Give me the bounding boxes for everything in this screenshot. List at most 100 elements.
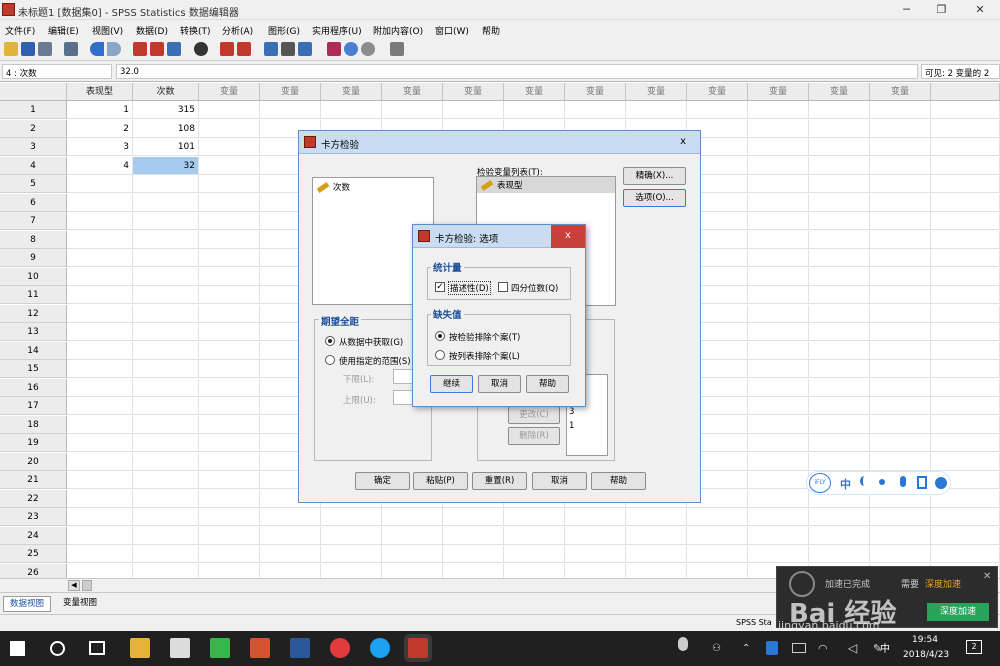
data-cell[interactable] bbox=[133, 249, 199, 267]
data-cell[interactable] bbox=[687, 526, 748, 545]
column-header-var[interactable]: 变量 bbox=[321, 83, 382, 101]
row-header[interactable]: 6 bbox=[0, 193, 67, 212]
data-cell[interactable] bbox=[565, 563, 626, 578]
data-cell[interactable] bbox=[809, 304, 870, 323]
data-cell[interactable] bbox=[870, 341, 931, 360]
data-cell[interactable] bbox=[870, 156, 931, 175]
data-cell[interactable] bbox=[809, 434, 870, 452]
data-cell[interactable] bbox=[133, 563, 199, 578]
task-view-icon[interactable] bbox=[89, 641, 105, 655]
data-cell[interactable] bbox=[809, 360, 870, 378]
paste-button[interactable]: 粘贴(P) bbox=[413, 472, 468, 490]
data-cell[interactable] bbox=[931, 156, 1000, 175]
data-cell[interactable] bbox=[931, 286, 1000, 304]
row-header[interactable]: 19 bbox=[0, 434, 67, 452]
data-cell[interactable] bbox=[260, 526, 321, 545]
ime-mic-icon[interactable] bbox=[900, 476, 906, 487]
data-cell[interactable] bbox=[382, 563, 443, 578]
tab-data-view[interactable]: 数据视图 bbox=[3, 596, 51, 612]
ime-clipboard-icon[interactable] bbox=[917, 476, 927, 489]
battery-icon[interactable] bbox=[792, 643, 806, 653]
data-cell[interactable] bbox=[199, 452, 260, 471]
data-cell[interactable] bbox=[67, 415, 133, 434]
data-cell[interactable]: 3 bbox=[67, 138, 133, 156]
data-cell[interactable] bbox=[748, 360, 809, 378]
data-cell[interactable] bbox=[931, 175, 1000, 193]
browser-icon[interactable] bbox=[370, 638, 390, 658]
column-header-var[interactable]: 变量 bbox=[748, 83, 809, 101]
data-cell[interactable] bbox=[67, 360, 133, 378]
data-cell[interactable] bbox=[931, 267, 1000, 286]
data-cell[interactable] bbox=[748, 378, 809, 397]
data-cell[interactable]: 101 bbox=[133, 138, 199, 156]
clock-date[interactable]: 2018/4/23 bbox=[903, 650, 949, 660]
source-variable-item[interactable]: 次数 bbox=[313, 178, 433, 196]
data-cell[interactable] bbox=[133, 212, 199, 230]
column-header-var[interactable]: 变量 bbox=[809, 83, 870, 101]
data-cell[interactable] bbox=[133, 452, 199, 471]
data-cell[interactable] bbox=[443, 545, 504, 563]
data-cell[interactable] bbox=[870, 434, 931, 452]
data-cell[interactable] bbox=[133, 397, 199, 415]
data-cell[interactable] bbox=[133, 471, 199, 489]
select-cases-icon[interactable] bbox=[298, 42, 312, 56]
data-cell[interactable] bbox=[748, 304, 809, 323]
menu-data[interactable]: 数据(D) bbox=[136, 24, 168, 37]
data-cell[interactable] bbox=[870, 212, 931, 230]
data-cell[interactable] bbox=[809, 249, 870, 267]
data-cell[interactable] bbox=[748, 415, 809, 434]
data-cell[interactable] bbox=[931, 360, 1000, 378]
data-cell[interactable] bbox=[67, 434, 133, 452]
data-cell[interactable] bbox=[321, 101, 382, 119]
data-cell[interactable] bbox=[199, 360, 260, 378]
data-cell[interactable] bbox=[931, 138, 1000, 156]
data-cell[interactable] bbox=[260, 101, 321, 119]
data-cell[interactable] bbox=[67, 175, 133, 193]
data-cell[interactable]: 1 bbox=[67, 101, 133, 119]
data-cell[interactable] bbox=[199, 323, 260, 341]
data-cell[interactable] bbox=[748, 212, 809, 230]
data-cell[interactable] bbox=[931, 545, 1000, 563]
data-cell[interactable] bbox=[931, 304, 1000, 323]
data-cell[interactable] bbox=[809, 175, 870, 193]
menu-graphs[interactable]: 图形(G) bbox=[268, 24, 300, 37]
data-cell[interactable] bbox=[687, 101, 748, 119]
radio-from-data[interactable] bbox=[325, 336, 335, 346]
data-cell[interactable] bbox=[67, 323, 133, 341]
data-cell[interactable] bbox=[504, 526, 565, 545]
row-header[interactable]: 20 bbox=[0, 452, 67, 471]
menu-view[interactable]: 视图(V) bbox=[92, 24, 123, 37]
row-header[interactable]: 7 bbox=[0, 212, 67, 230]
data-cell[interactable] bbox=[748, 489, 809, 508]
data-cell[interactable] bbox=[67, 341, 133, 360]
column-header-var[interactable]: 变量 bbox=[626, 83, 687, 101]
netease-music-icon[interactable] bbox=[330, 638, 350, 658]
data-cell[interactable] bbox=[931, 193, 1000, 212]
row-header[interactable]: 9 bbox=[0, 249, 67, 267]
data-cell[interactable]: 108 bbox=[133, 119, 199, 138]
data-cell[interactable] bbox=[870, 508, 931, 526]
data-cell[interactable] bbox=[748, 397, 809, 415]
row-header[interactable]: 22 bbox=[0, 489, 67, 508]
reset-button[interactable]: 重置(R) bbox=[472, 472, 527, 490]
data-cell[interactable] bbox=[321, 508, 382, 526]
file-explorer-icon[interactable] bbox=[130, 638, 150, 658]
split-file-icon[interactable] bbox=[264, 42, 278, 56]
data-cell[interactable] bbox=[133, 267, 199, 286]
data-cell[interactable] bbox=[133, 230, 199, 249]
start-windows-icon[interactable] bbox=[10, 641, 25, 656]
data-cell[interactable] bbox=[809, 156, 870, 175]
menu-transform[interactable]: 转换(T) bbox=[180, 24, 211, 37]
data-cell[interactable] bbox=[199, 378, 260, 397]
data-cell[interactable] bbox=[260, 508, 321, 526]
exact-button[interactable]: 精确(X)... bbox=[623, 167, 686, 185]
scroll-thumb[interactable] bbox=[82, 580, 92, 591]
row-header[interactable]: 18 bbox=[0, 415, 67, 434]
data-cell[interactable] bbox=[382, 101, 443, 119]
data-cell[interactable] bbox=[133, 434, 199, 452]
data-cell[interactable] bbox=[133, 415, 199, 434]
data-cell[interactable] bbox=[748, 434, 809, 452]
data-cell[interactable] bbox=[931, 452, 1000, 471]
data-cell[interactable] bbox=[870, 138, 931, 156]
ime-settings-icon[interactable] bbox=[935, 477, 947, 489]
